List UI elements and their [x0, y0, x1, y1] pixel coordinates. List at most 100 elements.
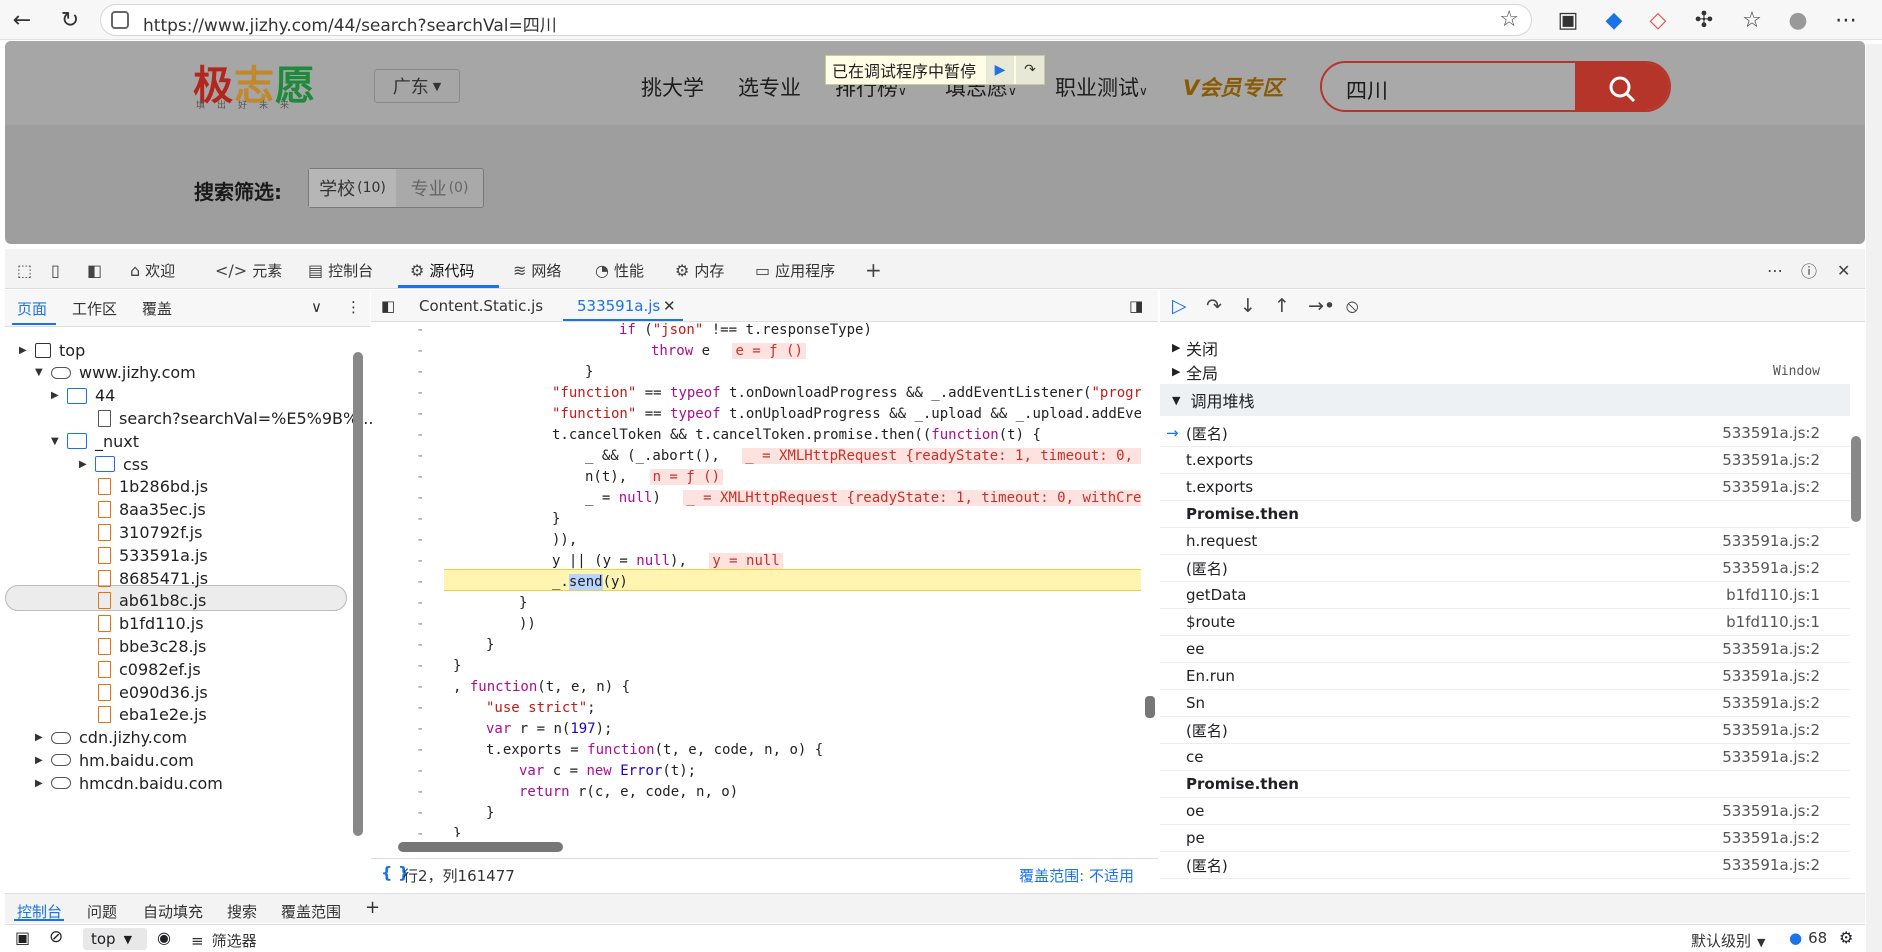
- dock-icon[interactable]: ◧: [87, 258, 107, 282]
- line-marker[interactable]: -: [416, 532, 426, 553]
- step-icon[interactable]: →•: [1308, 295, 1335, 317]
- step-over-icon[interactable]: ↷: [1016, 56, 1044, 84]
- line-marker[interactable]: -: [416, 658, 426, 679]
- line-marker[interactable]: -: [416, 364, 426, 385]
- reload-icon[interactable]: ↻: [54, 4, 86, 36]
- line-marker[interactable]: -: [416, 511, 426, 532]
- line-marker[interactable]: -: [416, 637, 426, 658]
- tree-scrollbar[interactable]: [353, 352, 363, 836]
- tab-performance[interactable]: ◔ 性能: [595, 258, 644, 282]
- nav-career-test[interactable]: 职业测试∨: [1055, 72, 1148, 102]
- kebab-menu-icon[interactable]: ⋮: [346, 298, 361, 316]
- line-marker[interactable]: -: [416, 595, 426, 616]
- call-frame[interactable]: $route b1fd110.js:1: [1160, 609, 1850, 636]
- frame-location[interactable]: 533591a.js:2: [1722, 559, 1820, 577]
- drawer-tab-issues[interactable]: 问题: [87, 901, 117, 922]
- frame-location[interactable]: 533591a.js:2: [1722, 424, 1820, 442]
- step-over-icon[interactable]: ↷: [1206, 295, 1222, 317]
- line-marker[interactable]: -: [416, 448, 426, 469]
- resume-script-icon[interactable]: ▷: [1172, 295, 1187, 317]
- expand-arrow-icon[interactable]: ▼: [35, 367, 51, 378]
- inspect-icon[interactable]: ⬚: [17, 258, 37, 282]
- call-frame[interactable]: getData b1fd110.js:1: [1160, 582, 1850, 609]
- expand-arrow-icon[interactable]: ▶: [35, 778, 51, 789]
- site-search-input[interactable]: 四川: [1320, 61, 1671, 112]
- frame-location[interactable]: 533591a.js:2: [1722, 478, 1820, 496]
- coverage-status[interactable]: 覆盖范围: 不适用: [1019, 865, 1134, 886]
- line-marker[interactable]: -: [416, 784, 426, 805]
- code-editor[interactable]: if ("json" !== t.responseType) throw e e…: [371, 322, 1141, 837]
- editor-tab-533591a[interactable]: 533591a.js: [577, 297, 660, 315]
- device-toggle-icon[interactable]: ▯: [51, 258, 65, 282]
- clear-console-icon[interactable]: ⊘: [49, 927, 63, 947]
- context-select[interactable]: top ▼: [83, 928, 147, 950]
- drawer-tab-coverage[interactable]: 覆盖范围: [281, 901, 341, 922]
- line-marker[interactable]: -: [416, 385, 426, 406]
- add-tab-icon[interactable]: +: [865, 258, 887, 282]
- eye-icon[interactable]: ◉: [157, 928, 171, 947]
- call-frame[interactable]: (匿名) 533591a.js:2: [1160, 717, 1850, 744]
- page-scrollbar[interactable]: [1866, 44, 1882, 952]
- call-frame[interactable]: Promise.then: [1160, 501, 1850, 528]
- tab-overrides[interactable]: 覆盖: [142, 298, 172, 319]
- chevron-down-icon[interactable]: ∨: [311, 298, 322, 316]
- debugger-scrollbar[interactable]: [1851, 436, 1861, 522]
- drawer-tab-search[interactable]: 搜索: [227, 901, 257, 922]
- favorites-icon[interactable]: ☆: [1736, 4, 1768, 36]
- call-frame[interactable]: ee 533591a.js:2: [1160, 636, 1850, 663]
- call-frame[interactable]: (匿名) 533591a.js:2: [1160, 852, 1850, 879]
- call-frame[interactable]: (匿名) 533591a.js:2: [1160, 555, 1850, 582]
- call-frame[interactable]: h.request 533591a.js:2: [1160, 528, 1850, 555]
- step-out-icon[interactable]: ↑: [1274, 295, 1290, 317]
- expand-arrow-icon[interactable]: ▶: [35, 755, 51, 766]
- call-frame[interactable]: pe 533591a.js:2: [1160, 825, 1850, 852]
- console-settings-icon[interactable]: ⚙: [1839, 928, 1853, 947]
- back-icon[interactable]: ←: [6, 4, 38, 36]
- line-marker[interactable]: -: [416, 721, 426, 742]
- log-level-select[interactable]: 默认级别 ▼: [1691, 930, 1765, 951]
- region-select[interactable]: 广东 ▼: [374, 69, 460, 103]
- call-frame[interactable]: → (匿名) 533591a.js:2: [1160, 420, 1850, 447]
- add-drawer-tab-icon[interactable]: +: [365, 897, 380, 918]
- tab-sources[interactable]: ⚙ 源代码: [410, 258, 474, 282]
- tab-welcome[interactable]: ⌂ 欢迎: [130, 258, 175, 282]
- scope-closure[interactable]: ▶ 关闭: [1160, 334, 1850, 361]
- call-frame[interactable]: Promise.then: [1160, 771, 1850, 798]
- frame-location[interactable]: 533591a.js:2: [1722, 451, 1820, 469]
- bird-extension-icon[interactable]: ◆: [1598, 4, 1630, 36]
- call-frame[interactable]: Sn 533591a.js:2: [1160, 690, 1850, 717]
- tree-item[interactable]: ▶ hmcdn.baidu.com: [35, 770, 223, 796]
- line-marker[interactable]: -: [416, 763, 426, 784]
- close-devtools-icon[interactable]: ✕: [1837, 258, 1855, 282]
- drawer-tab-autofill[interactable]: 自动填充: [143, 901, 203, 922]
- frame-location[interactable]: 533591a.js:2: [1722, 802, 1820, 820]
- expand-arrow-icon[interactable]: ▼: [51, 436, 67, 447]
- tab-elements[interactable]: </> 元素: [215, 258, 282, 282]
- nav-choose-major[interactable]: 选专业: [738, 72, 801, 102]
- line-marker[interactable]: -: [416, 805, 426, 826]
- tab-workspace[interactable]: 工作区: [72, 298, 117, 319]
- line-marker[interactable]: -: [416, 700, 426, 721]
- tab-console[interactable]: ▤ 控制台: [308, 258, 373, 282]
- line-marker[interactable]: -: [416, 406, 426, 427]
- filter-tab-school[interactable]: 学校 (10): [309, 169, 396, 207]
- tab-memory[interactable]: ⚙ 内存: [675, 258, 724, 282]
- tab-application[interactable]: ▭ 应用程序: [755, 258, 835, 282]
- editor-vertical-scrollbar[interactable]: [1145, 696, 1155, 718]
- frame-location[interactable]: 533591a.js:2: [1722, 640, 1820, 658]
- toggle-debugger-icon[interactable]: ◨: [1129, 297, 1143, 315]
- expand-arrow-icon[interactable]: ▶: [19, 345, 35, 356]
- tab-network[interactable]: ≋ 网络: [513, 258, 561, 282]
- line-marker[interactable]: -: [416, 742, 426, 763]
- more-options-icon[interactable]: ⋯: [1767, 258, 1788, 282]
- search-button[interactable]: [1575, 63, 1669, 110]
- frame-location[interactable]: 533591a.js:2: [1722, 856, 1820, 874]
- line-marker[interactable]: -: [416, 826, 426, 837]
- deactivate-breakpoints-icon[interactable]: ⦸: [1346, 295, 1358, 317]
- more-icon[interactable]: ⋯: [1830, 4, 1862, 36]
- line-marker[interactable]: -: [416, 469, 426, 490]
- console-filter-input[interactable]: ≡ 筛选器: [191, 930, 257, 951]
- call-frame[interactable]: oe 533591a.js:2: [1160, 798, 1850, 825]
- line-marker[interactable]: -: [416, 490, 426, 511]
- line-marker[interactable]: -: [416, 427, 426, 448]
